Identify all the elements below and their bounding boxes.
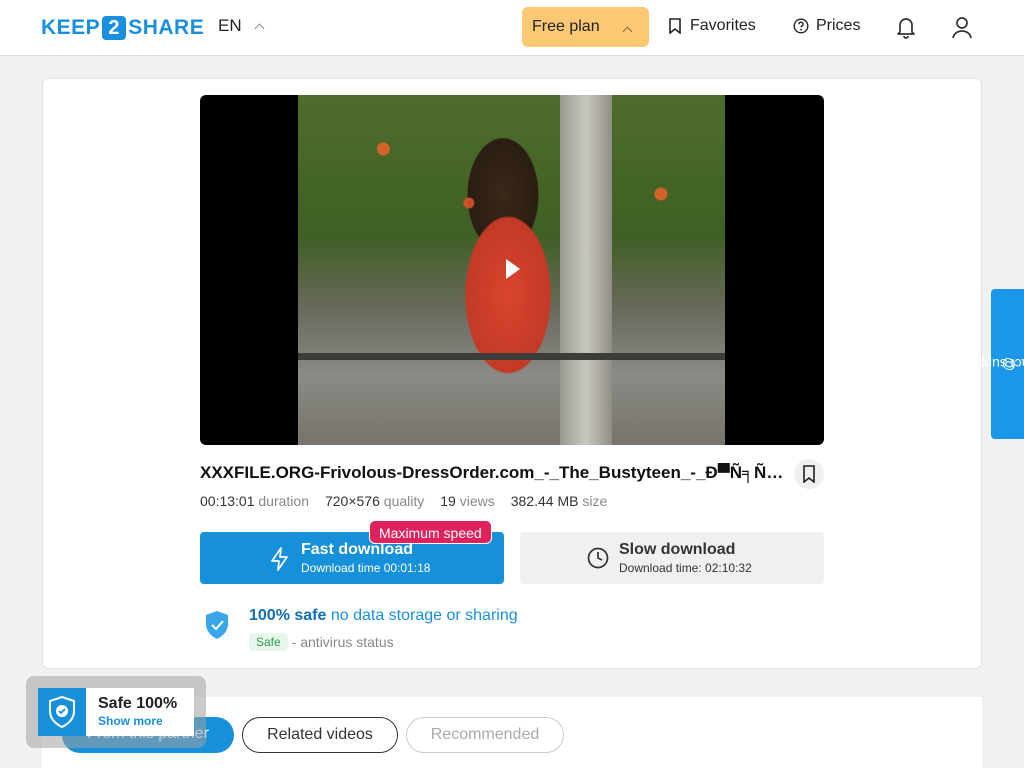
tab-recommended[interactable]: Recommended — [406, 717, 564, 753]
meta-size: 382.44 MB size — [511, 493, 608, 509]
file-title: XXXFILE.ORG-Frivolous-DressOrder.com_-_T… — [200, 463, 792, 482]
show-more-link[interactable]: Show more — [98, 714, 177, 728]
add-favorite-button[interactable] — [794, 459, 824, 489]
chevron-up-icon — [254, 23, 265, 33]
duration-label: duration — [258, 493, 309, 509]
safe-widget-icon-box — [38, 688, 86, 736]
safe-widget[interactable]: Safe 100% Show more — [26, 676, 206, 748]
prices-link[interactable]: Prices — [793, 17, 860, 35]
contact-support-tab[interactable]: @ contact support — [960, 289, 1024, 439]
bookmark-icon — [803, 465, 815, 483]
safety-headline-text: no data storage or sharing — [330, 607, 518, 624]
size-value: 382.44 MB — [510, 493, 579, 509]
logo-text-left: KEEP — [41, 16, 101, 39]
file-meta: 00:13:01 duration 720×576 quality 19 vie… — [200, 493, 607, 509]
safe-widget-text: Safe 100% Show more — [86, 688, 177, 736]
contact-support-text: contact support — [959, 356, 1024, 372]
top-header: KEEP 2 SHARE EN Free plan Favorites Pric… — [0, 0, 1024, 56]
safe-status-pill: Safe — [249, 633, 288, 651]
prices-label: Prices — [816, 17, 861, 34]
user-account-icon[interactable] — [950, 14, 974, 40]
shield-check-icon — [206, 611, 228, 639]
views-value: 19 — [440, 493, 456, 509]
free-plan-button[interactable]: Free plan — [522, 7, 649, 47]
chevron-up-icon — [622, 26, 633, 37]
shield-check-icon — [49, 695, 75, 729]
clock-icon — [587, 547, 609, 569]
favorites-label: Favorites — [690, 17, 756, 34]
logo-text-right: SHARE — [128, 16, 205, 39]
favorites-link[interactable]: Favorites — [668, 17, 756, 35]
slow-download-button[interactable]: Slow download Download time: 02:10:32 — [520, 532, 824, 584]
tab-related-videos[interactable]: Related videos — [242, 717, 398, 753]
play-icon[interactable] — [506, 259, 520, 279]
lightning-icon — [271, 547, 288, 571]
video-thumbnail-rail — [298, 353, 725, 360]
logo-number: 2 — [102, 16, 127, 40]
contact-support-label: @ contact support — [960, 356, 1024, 372]
antivirus-status: Safe - antivirus status — [249, 633, 394, 651]
fast-download-time: Download time 00:01:18 — [301, 561, 431, 575]
language-label: EN — [218, 16, 242, 35]
notification-bell-icon[interactable] — [894, 14, 918, 40]
video-thumbnail-foliage — [298, 95, 725, 275]
keep2share-logo[interactable]: KEEP 2 SHARE — [41, 14, 204, 42]
bookmark-icon — [669, 18, 681, 34]
size-label: size — [582, 493, 608, 509]
safety-headline: 100% safe no data storage or sharing — [249, 607, 518, 625]
video-player[interactable] — [200, 95, 824, 445]
duration-value: 00:13:01 — [200, 493, 255, 509]
language-selector[interactable]: EN — [218, 16, 265, 36]
video-thumbnail-pole — [560, 95, 612, 445]
slow-download-label: Slow download — [619, 541, 736, 558]
safe-widget-title: Safe 100% — [98, 695, 178, 712]
antivirus-status-text: - antivirus status — [291, 634, 394, 650]
meta-views: 19 views — [440, 493, 494, 509]
safety-headline-bold: 100% safe — [249, 607, 327, 624]
safe-widget-inner: Safe 100% Show more — [38, 688, 194, 736]
views-label: views — [459, 493, 495, 509]
slow-download-time: Download time: 02:10:32 — [619, 561, 752, 575]
quality-label: quality — [383, 493, 425, 509]
maximum-speed-badge: Maximum speed — [369, 520, 492, 544]
meta-quality: 720×576 quality — [325, 493, 424, 509]
plan-label: Free plan — [532, 18, 600, 35]
help-circle-icon — [793, 18, 809, 34]
quality-value: 720×576 — [324, 493, 380, 509]
meta-duration: 00:13:01 duration — [200, 493, 309, 509]
